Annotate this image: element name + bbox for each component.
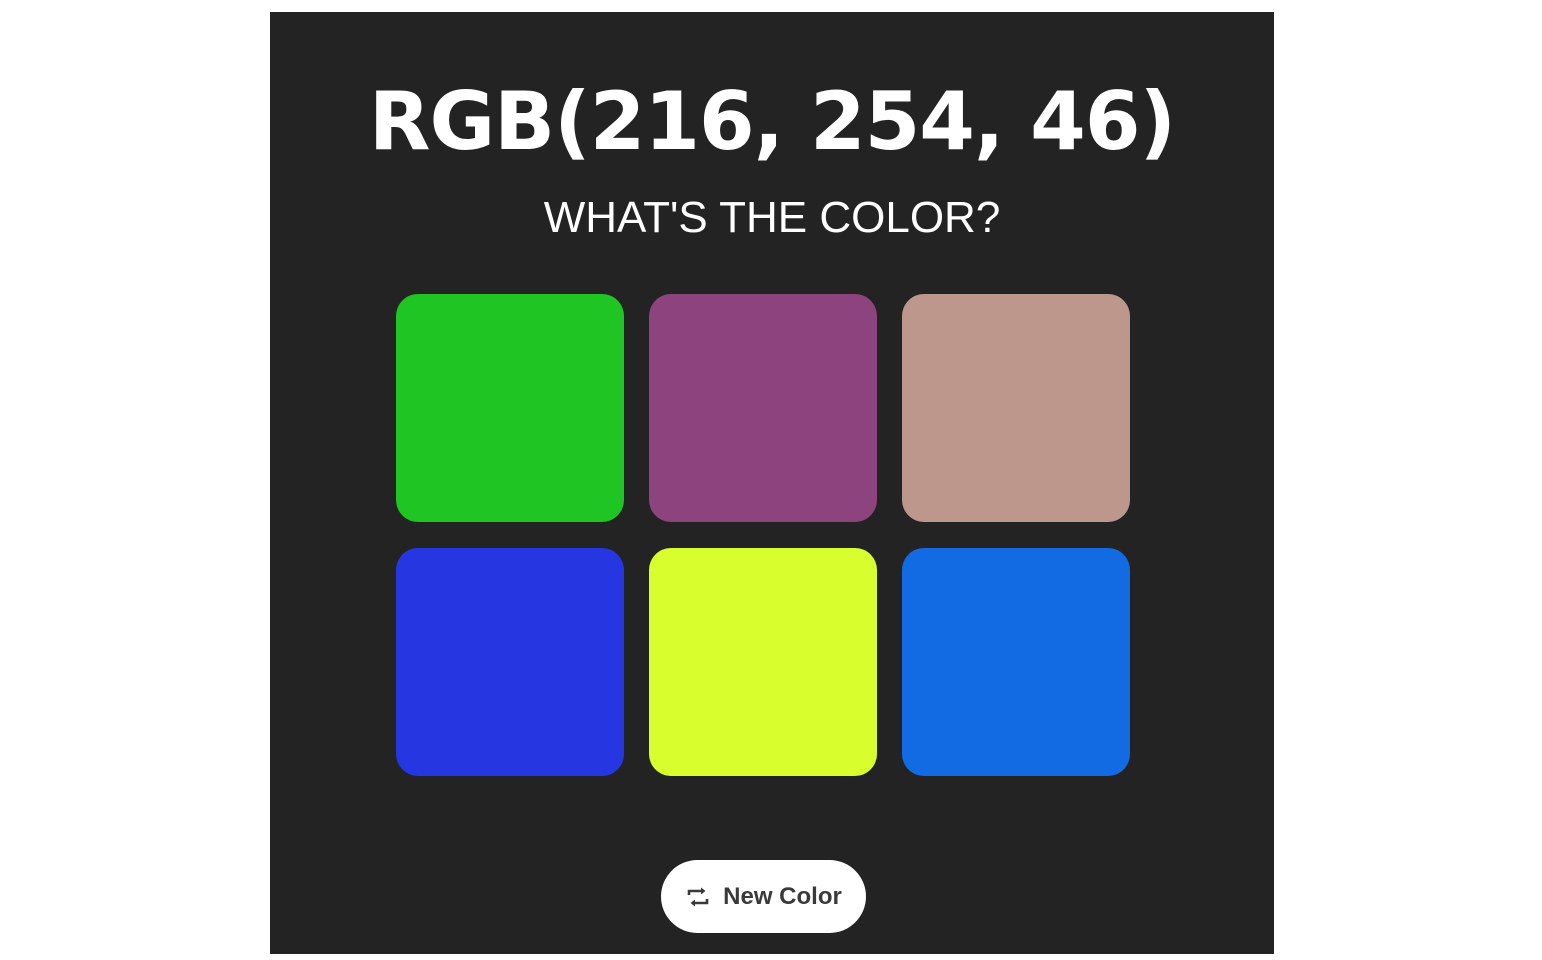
prompt-subtitle: WHAT'S THE COLOR? [543, 193, 1001, 242]
color-swatch-4[interactable] [396, 548, 624, 776]
new-color-label: New Color [723, 882, 842, 910]
color-swatch-2[interactable] [649, 294, 877, 522]
color-swatch-1[interactable] [396, 294, 624, 522]
new-color-button[interactable]: New Color [661, 860, 866, 933]
game-panel: RGB(216, 254, 46) WHAT'S THE COLOR? New … [270, 12, 1274, 954]
repeat-icon [685, 886, 711, 908]
target-rgb-heading: RGB(216, 254, 46) [368, 75, 1176, 168]
color-swatch-6[interactable] [902, 548, 1130, 776]
color-swatch-5[interactable] [649, 548, 877, 776]
color-swatch-3[interactable] [902, 294, 1130, 522]
color-swatch-grid [396, 294, 1132, 776]
